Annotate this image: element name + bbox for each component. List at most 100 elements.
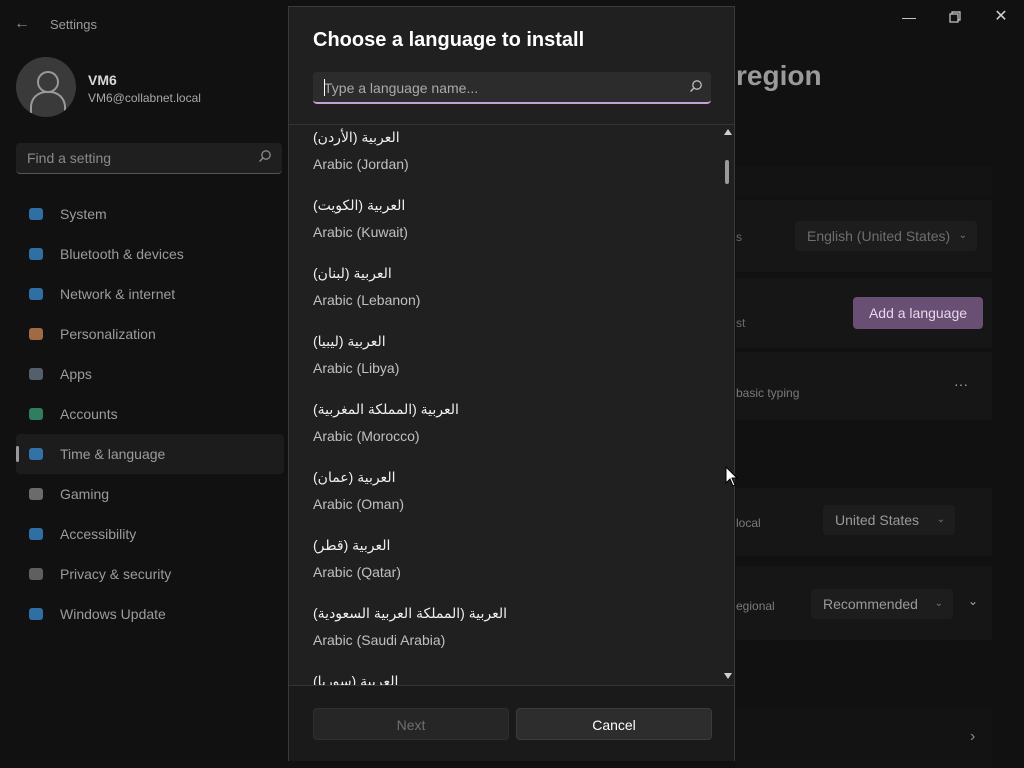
language-list-item[interactable]: العربية (لبنان) Arabic (Lebanon): [313, 265, 693, 333]
restore-icon[interactable]: [932, 6, 978, 28]
related-settings-card[interactable]: ›: [736, 708, 992, 768]
language-english-name: Arabic (Oman): [313, 496, 405, 512]
dialog-title: Choose a language to install: [313, 29, 585, 51]
text-caret: [324, 79, 325, 96]
country-label: local: [736, 516, 761, 530]
language-native-name: العربية (لبنان): [313, 265, 392, 281]
language-english-name: Arabic (Jordan): [313, 156, 409, 172]
cancel-button[interactable]: Cancel: [516, 708, 712, 740]
monitor-icon: [28, 206, 44, 222]
mouse-pointer-icon: [725, 466, 739, 487]
preferred-languages-label: st: [736, 316, 746, 330]
sidebar-item-label: Windows Update: [60, 606, 166, 622]
user-email: VM6@collabnet.local: [88, 91, 201, 105]
language-list-item[interactable]: العربية (قطر) Arabic (Qatar): [313, 537, 693, 605]
language-search-box[interactable]: [313, 72, 711, 104]
sidebar-item[interactable]: Accounts: [16, 394, 284, 434]
sidebar-item-label: Apps: [60, 366, 92, 382]
close-icon[interactable]: ✕: [978, 6, 1024, 28]
accessibility-icon: [28, 526, 44, 542]
gamepad-icon: [28, 486, 44, 502]
dialog-footer: Next Cancel: [289, 685, 734, 761]
wifi-icon: [28, 286, 44, 302]
scroll-up-arrow-icon[interactable]: [724, 129, 732, 135]
sidebar-item-label: Accounts: [60, 406, 118, 422]
user-name: VM6: [88, 72, 117, 88]
language-pack-card: basic typing ···: [736, 352, 992, 420]
more-options-icon[interactable]: ···: [954, 376, 968, 392]
sidebar-item[interactable]: Time & language: [16, 434, 284, 474]
minimize-icon[interactable]: —: [886, 6, 932, 28]
sidebar-item-label: Accessibility: [60, 526, 137, 542]
language-native-name: العربية (الكويت): [313, 197, 406, 213]
avatar-body-shape: [30, 91, 66, 113]
language-native-name: العربية (ليبيا): [313, 333, 386, 349]
language-list-item[interactable]: العربية (الكويت) Arabic (Kuwait): [313, 197, 693, 265]
sidebar-item[interactable]: Privacy & security: [16, 554, 284, 594]
country-value: United States: [835, 512, 920, 528]
scroll-down-arrow-icon[interactable]: [724, 673, 732, 679]
language-native-name: العربية (المملكة العربية السعودية): [313, 605, 507, 621]
language-english-name: Arabic (Libya): [313, 360, 400, 376]
apps-icon: [28, 366, 44, 382]
sidebar-item[interactable]: Bluetooth & devices: [16, 234, 284, 274]
shield-icon: [28, 566, 44, 582]
person-icon: [28, 406, 44, 422]
display-language-value: English (United States): [807, 228, 951, 244]
language-english-name: Arabic (Lebanon): [313, 292, 421, 308]
sidebar-item[interactable]: Network & internet: [16, 274, 284, 314]
avatar-head-shape: [37, 71, 59, 93]
sidebar-item[interactable]: Accessibility: [16, 514, 284, 554]
avatar[interactable]: [16, 57, 76, 117]
sidebar-item[interactable]: Gaming: [16, 474, 284, 514]
choose-language-dialog: Choose a language to install العربية (ال…: [288, 6, 735, 761]
language-list-item[interactable]: العربية (المملكة المغربية) Arabic (Morocc…: [313, 401, 693, 469]
section-header-card: [736, 166, 992, 196]
language-list-item[interactable]: العربية (ليبيا) Arabic (Libya): [313, 333, 693, 401]
chevron-down-icon: ⌄: [958, 230, 967, 241]
language-search-input[interactable]: [313, 72, 686, 104]
language-list-item[interactable]: العربية (الأردن) Arabic (Jordan): [313, 129, 693, 197]
scrollbar[interactable]: [722, 125, 734, 685]
add-language-button[interactable]: Add a language: [853, 297, 983, 329]
back-arrow-icon[interactable]: ←: [14, 14, 34, 34]
sidebar-item-label: System: [60, 206, 107, 222]
regional-format-label: egional: [736, 599, 775, 613]
language-list-item[interactable]: العربية (سوريا): [313, 673, 693, 685]
language-native-name: العربية (المملكة المغربية): [313, 401, 459, 417]
language-native-name: العربية (الأردن): [313, 129, 400, 145]
expand-chevron-icon[interactable]: ⌄: [968, 594, 978, 608]
sidebar-item-label: Privacy & security: [60, 566, 172, 582]
language-native-name: العربية (قطر): [313, 537, 391, 553]
search-icon: [689, 79, 703, 93]
next-button[interactable]: Next: [313, 708, 509, 740]
language-english-name: Arabic (Qatar): [313, 564, 401, 580]
sidebar-item[interactable]: System: [16, 194, 284, 234]
language-english-name: Arabic (Kuwait): [313, 224, 408, 240]
language-native-name: العربية (سوريا): [313, 673, 399, 685]
language-list-item[interactable]: العربية (عمان) Arabic (Oman): [313, 469, 693, 537]
sidebar-item-label: Network & internet: [60, 286, 176, 302]
basic-typing-label: basic typing: [736, 386, 800, 400]
language-native-name: العربية (عمان): [313, 469, 396, 485]
chevron-right-icon: ›: [970, 728, 976, 745]
sidebar-item-label: Gaming: [60, 486, 110, 502]
globe-clock-icon: [28, 446, 44, 462]
scrollbar-thumb[interactable]: [725, 160, 729, 184]
page-title: region: [736, 60, 822, 91]
find-setting-input[interactable]: Find a setting: [16, 143, 282, 174]
country-dropdown[interactable]: United States ⌄: [823, 505, 955, 535]
language-list-item[interactable]: العربية (المملكة العربية السعودية) Arabic…: [313, 605, 693, 673]
sidebar-item-label: Time & language: [60, 446, 166, 462]
display-language-dropdown[interactable]: English (United States) ⌄: [795, 221, 977, 251]
sidebar-item[interactable]: Personalization: [16, 314, 284, 354]
regional-format-value: Recommended: [823, 596, 918, 612]
regional-format-dropdown[interactable]: Recommended ⌄: [811, 589, 953, 619]
language-list[interactable]: العربية (الأردن) Arabic (Jordan) العربية (…: [289, 125, 719, 685]
sidebar-item[interactable]: Windows Update: [16, 594, 284, 634]
sidebar-item-label: Bluetooth & devices: [60, 246, 184, 262]
find-setting-placeholder: Find a setting: [27, 150, 112, 166]
bluetooth-icon: [28, 246, 44, 262]
app-title: Settings: [50, 17, 97, 32]
sidebar-item[interactable]: Apps: [16, 354, 284, 394]
